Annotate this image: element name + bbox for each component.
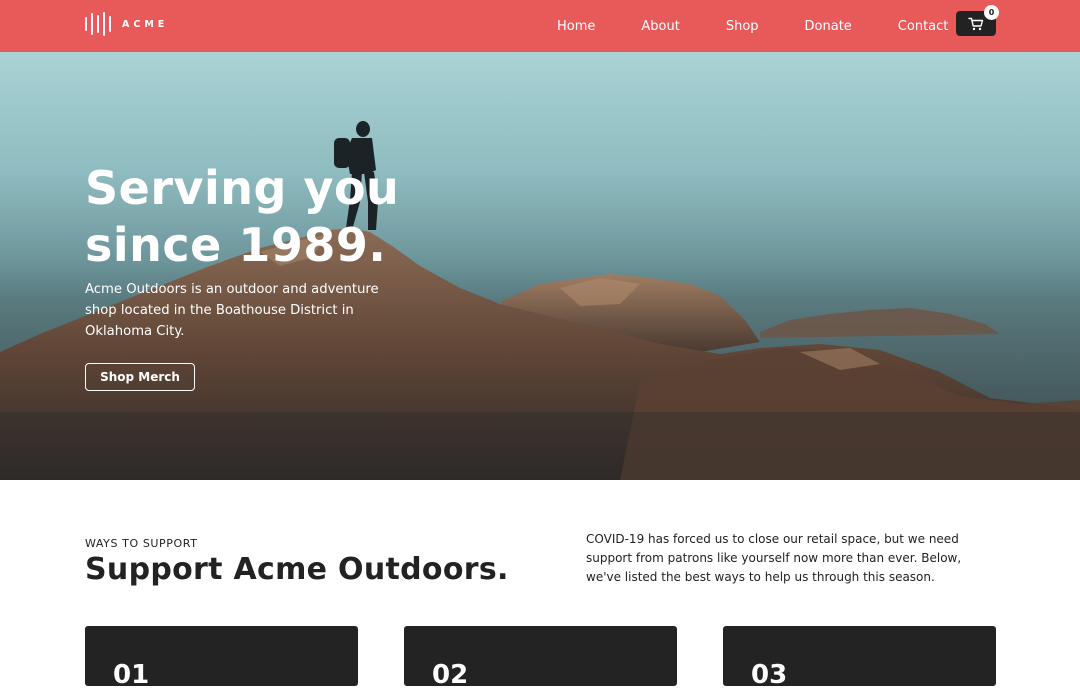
support-heading: Support Acme Outdoors.: [85, 552, 509, 587]
hero-description: Acme Outdoors is an outdoor and adventur…: [85, 282, 379, 339]
hero-section: Serving you since 1989. Acme Outdoors is…: [0, 52, 1080, 480]
brand-logo[interactable]: ACME: [85, 12, 168, 36]
soundwave-logo-icon: [85, 12, 111, 36]
support-card-3[interactable]: 03: [723, 626, 996, 690]
card-number: 01: [113, 660, 150, 690]
card-number: 03: [751, 660, 788, 690]
nav-links: Home About Shop Donate Contact: [534, 0, 971, 52]
support-eyebrow: WAYS TO SUPPORT: [85, 537, 198, 550]
shopping-cart-icon: [968, 17, 984, 30]
hero-title: Serving you since 1989.: [85, 160, 525, 274]
nav-link-shop[interactable]: Shop: [703, 19, 782, 34]
card-number: 02: [432, 660, 469, 690]
support-card-1[interactable]: 01: [85, 626, 358, 690]
hero-title-line1: Serving you: [85, 161, 400, 215]
support-copy: COVID-19 has forced us to close our reta…: [586, 532, 962, 584]
support-card-2[interactable]: 02: [404, 626, 677, 690]
nav-link-home[interactable]: Home: [534, 19, 618, 34]
shop-merch-button[interactable]: Shop Merch: [85, 363, 195, 391]
hero-title-line2: since 1989.: [85, 218, 387, 272]
nav-link-about[interactable]: About: [618, 19, 702, 34]
top-navigation: ACME Home About Shop Donate Contact 0: [0, 0, 1080, 52]
nav-link-donate[interactable]: Donate: [782, 19, 875, 34]
cart-button[interactable]: 0: [956, 5, 999, 36]
brand-name: ACME: [122, 18, 169, 30]
cart-count-badge: 0: [984, 5, 999, 20]
